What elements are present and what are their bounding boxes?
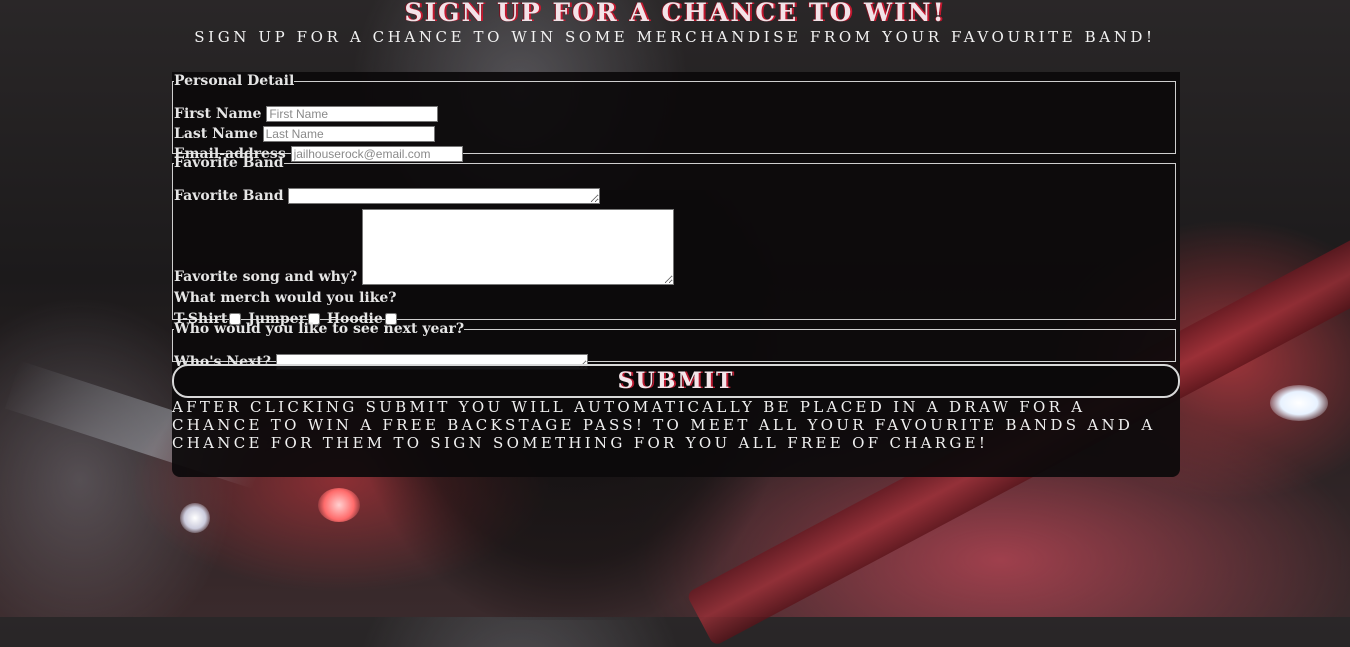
last-name-input[interactable] xyxy=(262,126,435,142)
draw-info-text: AFTER CLICKING SUBMIT YOU WILL AUTOMATIC… xyxy=(172,398,1156,452)
favorite-song-label: Favorite song and why? xyxy=(174,269,358,285)
favorite-band-label: Favorite Band xyxy=(174,188,284,204)
favorite-song-row: Favorite song and why? xyxy=(174,209,675,285)
page-subtitle: SIGN UP FOR A CHANCE TO WIN SOME MERCHAN… xyxy=(194,28,1156,46)
spotlight-icon xyxy=(1270,385,1328,421)
page-title: SIGN UP FOR A CHANCE TO WIN! xyxy=(404,0,946,27)
last-name-label: Last Name xyxy=(174,126,258,142)
next-year-fieldset: Who would you like to see next year? Who… xyxy=(172,321,1176,370)
personal-detail-fieldset: Personal Detail First Name Last Name Ema… xyxy=(172,73,1176,162)
submit-button[interactable]: SUBMIT xyxy=(172,364,1180,398)
favorite-band-textarea[interactable] xyxy=(288,188,601,204)
favorite-band-fieldset: Favorite Band Favorite Band Favorite son… xyxy=(172,155,1176,327)
last-name-row: Last Name xyxy=(174,126,435,142)
first-name-row: First Name xyxy=(174,106,439,122)
stage-light-icon xyxy=(180,503,210,533)
merch-question: What merch would you like? xyxy=(174,290,397,306)
personal-detail-legend: Personal Detail xyxy=(174,73,295,89)
favorite-band-legend: Favorite Band xyxy=(174,155,284,171)
first-name-input[interactable] xyxy=(266,106,439,122)
favorite-song-textarea[interactable] xyxy=(362,209,675,285)
red-stage-light-icon xyxy=(318,488,360,522)
next-year-legend: Who would you like to see next year? xyxy=(174,321,465,337)
favorite-band-row: Favorite Band xyxy=(174,188,601,204)
first-name-label: First Name xyxy=(174,106,262,122)
